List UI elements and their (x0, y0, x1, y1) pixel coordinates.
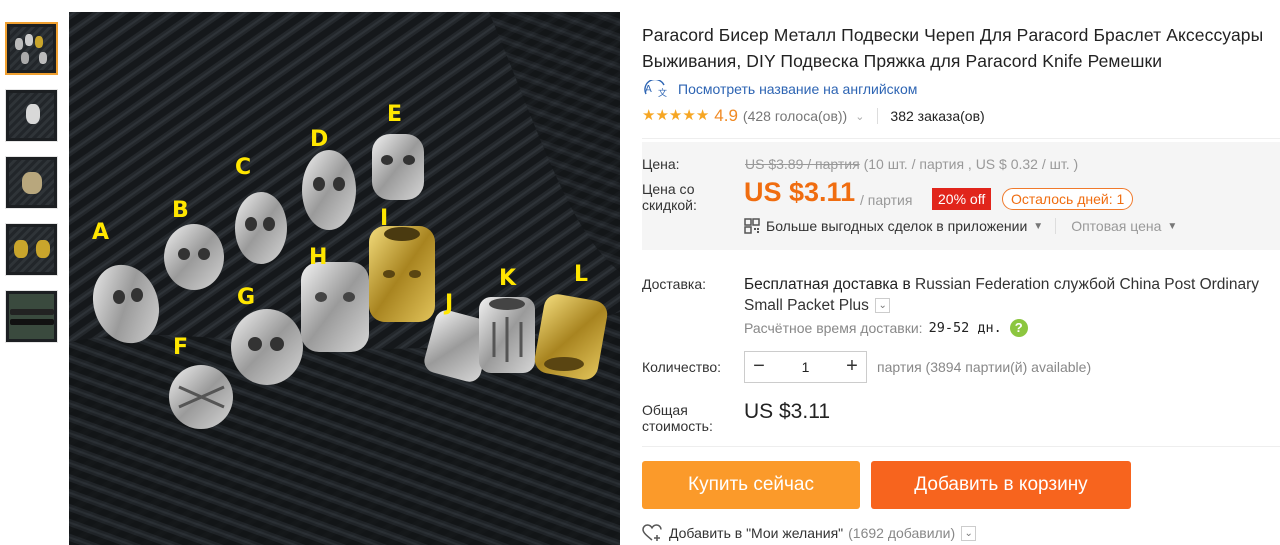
bead-I (369, 226, 435, 322)
rating-value: 4.9 (714, 106, 738, 125)
label-H: H (309, 245, 327, 270)
main-product-image[interactable]: A B C D E F G H I J K L (69, 12, 620, 545)
help-icon[interactable]: ? (1009, 319, 1028, 337)
star-icon: ★ (655, 107, 669, 124)
label-A: A (92, 220, 109, 245)
label-G: G (237, 285, 255, 310)
shipping-label: Доставка: (642, 276, 707, 292)
old-price-detail: (10 шт. / партия , US $ 0.32 / шт. ) (863, 156, 1079, 172)
availability-text: партия (3894 партии(й) available) (877, 359, 1092, 375)
qr-code-icon (744, 218, 760, 234)
add-to-cart-button[interactable]: Добавить в корзину (871, 461, 1131, 509)
plus-button[interactable]: + (838, 352, 866, 382)
translate-icon: A 文 (642, 78, 670, 99)
rating-row: ★ ★ ★ ★ ★ 4.9 (428 голоса(ов)) ⌄ 382 зак… (642, 106, 985, 126)
star-icon: ★ (668, 107, 683, 124)
thumbnail-5[interactable] (5, 290, 58, 343)
bead-B (164, 224, 224, 290)
old-price-value: US $3.89 / партия (745, 156, 860, 172)
discount-price-label: Цена со скидкой: (642, 181, 697, 213)
price-panel: Цена: US $3.89 / партия (10 шт. / партия… (642, 142, 1280, 250)
total-value: US $3.11 (744, 400, 830, 423)
wishlist-count: (1692 добавили) (848, 525, 956, 541)
app-deals-row: Больше выгодных сделок в приложении ▼ Оп… (744, 218, 1177, 234)
heart-plus-icon[interactable] (642, 524, 662, 542)
star-icon: ★ (642, 107, 656, 124)
shipping-dropdown-icon[interactable]: ⌄ (875, 298, 891, 314)
label-D: D (310, 127, 328, 152)
wishlist-row: Добавить в "Мои желания" (1692 добавили)… (642, 524, 977, 542)
thumbnail-1[interactable] (5, 22, 58, 75)
label-F: F (173, 335, 188, 360)
days-left-badge: Осталось дней: 1 (1002, 188, 1134, 210)
label-E: E (387, 102, 402, 127)
caret-down-icon[interactable]: ▼ (1033, 221, 1043, 232)
label-L: L (574, 262, 588, 287)
star-icon: ★ (695, 107, 710, 124)
product-title: Paracord Бисер Металл Подвески Череп Для… (642, 25, 1264, 71)
label-I: I (380, 206, 388, 231)
star-icon: ★ (682, 107, 696, 124)
thumbnail-2[interactable] (5, 89, 58, 142)
label-B: B (172, 198, 189, 223)
translate-row[interactable]: A 文 Посмотреть название на английском (642, 78, 917, 99)
divider (1055, 218, 1057, 234)
votes-link[interactable]: (428 голоса(ов)) (743, 108, 847, 124)
svg-text:A: A (645, 84, 652, 95)
divider (877, 108, 879, 124)
thumbnail-3[interactable] (5, 156, 58, 209)
price-label: Цена: (642, 156, 680, 172)
label-J: J (443, 291, 453, 316)
chevron-down-icon[interactable]: ⌄ (855, 110, 864, 123)
old-price-row: Цена: US $3.89 / партия (10 шт. / партия… (642, 156, 1078, 172)
discount-price: US $3.11 (744, 177, 856, 207)
bead-F (169, 365, 233, 429)
old-price: US $3.89 / партия (10 шт. / партия , US … (745, 156, 1078, 172)
bead-K (479, 297, 535, 373)
total-label: Общая стоимость: (642, 402, 713, 434)
translate-link[interactable]: Посмотреть название на английском (678, 81, 917, 97)
discount-badge: 20% off (932, 188, 992, 210)
wishlist-link[interactable]: Добавить в "Мои желания" (669, 525, 843, 541)
orders-count: 382 заказа(ов) (890, 108, 985, 124)
divider (642, 138, 1280, 139)
app-deals-link[interactable]: Больше выгодных сделок в приложении (766, 218, 1027, 234)
svg-text:文: 文 (658, 87, 667, 98)
minus-button[interactable]: − (745, 352, 773, 382)
bead-L (534, 294, 608, 380)
quantity-label: Количество: (642, 359, 722, 375)
label-K: K (499, 266, 517, 291)
per-lot-label: / партия (860, 192, 913, 208)
buy-now-button[interactable]: Купить сейчас (642, 461, 860, 509)
wholesale-price-link[interactable]: Оптовая цена (1071, 218, 1161, 234)
rating-stars: ★ ★ ★ ★ ★ (642, 107, 709, 125)
label-C: C (235, 155, 251, 180)
shipping-info: Бесплатная доставка в Russian Federation… (744, 274, 1280, 316)
divider (642, 446, 1280, 447)
bead-C (235, 192, 287, 264)
wishlist-dropdown-icon[interactable]: ⌄ (961, 525, 977, 541)
bead-H (301, 262, 369, 352)
thumbnail-list (5, 22, 60, 357)
caret-down-icon[interactable]: ▼ (1167, 221, 1177, 232)
bead-D (302, 150, 356, 230)
quantity-stepper: − 1 + (744, 351, 867, 383)
bead-G (231, 309, 303, 385)
eta-days: 29-52 дн. (928, 320, 1002, 336)
free-shipping-text: Бесплатная доставка в (744, 276, 911, 293)
bead-E (372, 134, 424, 200)
thumbnail-4[interactable] (5, 223, 58, 276)
quantity-input[interactable]: 1 (773, 359, 838, 375)
delivery-eta: Расчётное время доставки: 29-52 дн. ? (744, 319, 1028, 337)
eta-label: Расчётное время доставки: (744, 320, 923, 336)
